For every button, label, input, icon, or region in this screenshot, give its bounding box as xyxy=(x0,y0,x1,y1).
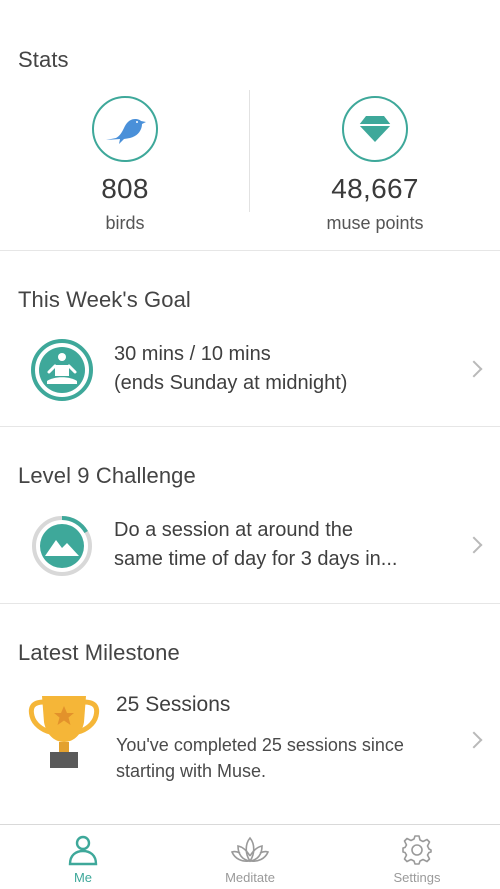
tab-meditate-label: Meditate xyxy=(225,870,275,885)
challenge-section: Level 9 Challenge Do a session at around… xyxy=(0,427,500,604)
diamond-icon xyxy=(342,96,408,162)
milestone-row[interactable]: 25 Sessions You've completed 25 sessions… xyxy=(0,688,500,788)
profile-screen: Stats 808 birds 48,667 muse points This … xyxy=(0,0,500,889)
points-stat[interactable]: 48,667 muse points xyxy=(250,96,500,234)
stats-section: Stats 808 birds 48,667 muse points xyxy=(0,0,500,251)
bird-icon xyxy=(92,96,158,162)
birds-value: 808 xyxy=(101,173,149,204)
points-value: 48,667 xyxy=(331,173,419,204)
stats-title: Stats xyxy=(18,47,69,72)
weekly-goal-title: This Week's Goal xyxy=(18,287,191,312)
birds-label: birds xyxy=(105,213,145,233)
chevron-right-icon xyxy=(465,536,483,554)
mountain-progress-icon xyxy=(30,514,94,583)
tab-settings[interactable]: Settings xyxy=(334,825,500,889)
weekly-goal-progress: 30 mins / 10 mins xyxy=(114,343,271,365)
weekly-goal-row[interactable]: 30 mins / 10 mins (ends Sunday at midnig… xyxy=(0,335,500,405)
milestone-description: You've completed 25 sessions since start… xyxy=(116,732,448,784)
weekly-goal-deadline: (ends Sunday at midnight) xyxy=(114,372,348,394)
milestone-section: Latest Milestone 25 Sessions You've comp… xyxy=(0,604,500,824)
lotus-icon xyxy=(230,836,270,863)
person-icon xyxy=(68,835,98,866)
gear-icon xyxy=(402,835,432,865)
chevron-right-icon xyxy=(465,360,483,378)
tab-me[interactable]: Me xyxy=(0,825,166,889)
challenge-line-2: same time of day for 3 days in... xyxy=(114,548,398,570)
points-label: muse points xyxy=(326,213,424,233)
tab-settings-label: Settings xyxy=(393,870,441,885)
birds-stat[interactable]: 808 birds xyxy=(0,96,250,234)
milestone-desc-line-2: starting with Muse. xyxy=(116,761,267,781)
challenge-title: Level 9 Challenge xyxy=(18,463,196,488)
milestone-desc-line-1: You've completed 25 sessions since xyxy=(116,735,404,755)
challenge-line-1: Do a session at around the xyxy=(114,519,354,541)
tab-me-label: Me xyxy=(73,870,93,885)
milestone-text: 25 Sessions You've completed 25 sessions… xyxy=(116,690,448,784)
challenge-row[interactable]: Do a session at around the same time of … xyxy=(0,511,500,581)
weekly-goal-section: This Week's Goal 30 mins / 10 mins (ends… xyxy=(0,251,500,427)
meditation-icon xyxy=(30,338,94,407)
challenge-text: Do a session at around the same time of … xyxy=(114,516,448,574)
tab-meditate[interactable]: Meditate xyxy=(167,825,333,889)
trophy-icon xyxy=(28,692,100,775)
milestone-title: Latest Milestone xyxy=(18,640,180,665)
chevron-right-icon xyxy=(465,731,483,749)
weekly-goal-text: 30 mins / 10 mins (ends Sunday at midnig… xyxy=(114,340,448,398)
bottom-tab-bar: Me Meditate Settings xyxy=(0,824,500,889)
milestone-name: 25 Sessions xyxy=(116,693,231,716)
